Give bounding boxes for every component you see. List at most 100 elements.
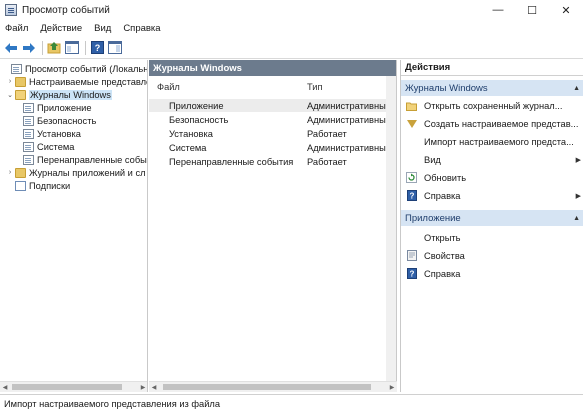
row-name: Установка — [169, 128, 213, 139]
tree-item-security[interactable]: Безопасность — [22, 114, 96, 127]
row-type: Работает — [307, 156, 347, 167]
action-view[interactable]: Вид ▶ — [401, 151, 583, 168]
svg-text:?: ? — [94, 43, 100, 53]
scroll-right-icon[interactable]: ▶ — [138, 382, 147, 392]
action-import-custom-view[interactable]: Импорт настраиваемого предста... — [401, 133, 583, 150]
console-tree-icon[interactable] — [64, 40, 80, 56]
action-label: Свойства — [424, 250, 465, 261]
action-label: Импорт настраиваемого предста... — [424, 136, 574, 147]
tree-item-label: Безопасность — [37, 115, 97, 126]
svg-text:?: ? — [409, 270, 414, 279]
window-title: Просмотр событий — [22, 4, 110, 16]
center-pane-title: Журналы Windows — [149, 60, 396, 76]
tree-item-windows-logs[interactable]: ⌄ Журналы Windows — [6, 88, 112, 101]
table-row[interactable]: Установка Работает — [149, 127, 387, 140]
tree-item-label: Установка — [37, 128, 81, 139]
vertical-scrollbar[interactable] — [386, 76, 396, 381]
event-viewer-icon — [5, 4, 17, 16]
action-help[interactable]: ? Справка — [401, 265, 583, 282]
action-label: Вид — [424, 154, 441, 165]
action-refresh[interactable]: Обновить — [401, 169, 583, 186]
tree-item-system[interactable]: Система — [22, 140, 74, 153]
folder-up-icon[interactable] — [46, 40, 62, 56]
action-properties[interactable]: Свойства — [401, 247, 583, 264]
collapse-caret-icon[interactable]: ▲ — [573, 215, 580, 222]
close-button[interactable]: ✕ — [549, 0, 583, 20]
section-title: Приложение — [405, 212, 461, 224]
table-row[interactable]: Приложение Административный — [149, 99, 391, 112]
action-open[interactable]: Открыть — [401, 229, 583, 246]
collapse-caret-icon[interactable]: ▲ — [573, 85, 580, 92]
scroll-right-icon[interactable]: ▶ — [387, 382, 397, 393]
tree-item-setup[interactable]: Установка — [22, 127, 81, 140]
collapse-arrow-icon[interactable]: ⌄ — [6, 91, 14, 99]
menu-bar: Файл Действие Вид Справка — [0, 20, 583, 37]
tree-item-subscriptions[interactable]: Подписки — [14, 179, 70, 192]
log-icon — [23, 115, 34, 126]
tree-item-label: Система — [37, 141, 75, 152]
minimize-button[interactable]: — — [481, 0, 515, 20]
horizontal-scrollbar[interactable]: ◀ ▶ — [149, 381, 397, 392]
scroll-left-icon[interactable]: ◀ — [0, 382, 10, 392]
tree-item-root[interactable]: Просмотр событий (Локальн — [2, 62, 148, 75]
menu-help[interactable]: Справка — [123, 23, 160, 34]
maximize-button[interactable]: ☐ — [515, 0, 549, 20]
action-create-custom-view[interactable]: Создать настраиваемое представ... — [401, 115, 583, 132]
row-type: Административный — [307, 114, 391, 125]
menu-file[interactable]: Файл — [5, 23, 28, 34]
blank-icon — [406, 232, 417, 243]
table-row[interactable]: Перенаправленные события Работает — [149, 155, 387, 168]
scroll-thumb[interactable] — [163, 384, 371, 390]
scroll-thumb[interactable] — [12, 384, 122, 390]
forward-arrow-icon[interactable] — [21, 40, 37, 56]
properties-icon — [406, 250, 417, 261]
tree-item-application[interactable]: Приложение — [22, 101, 92, 114]
action-label: Справка — [424, 190, 461, 201]
help-icon[interactable]: ? — [89, 40, 105, 56]
submenu-arrow-icon: ▶ — [575, 192, 581, 200]
scroll-left-icon[interactable]: ◀ — [149, 382, 159, 393]
row-name: Система — [169, 142, 207, 153]
back-arrow-icon[interactable] — [3, 40, 19, 56]
show-pane-icon[interactable] — [107, 40, 123, 56]
log-icon — [23, 141, 34, 152]
table-row[interactable]: Безопасность Административный — [149, 113, 391, 126]
log-icon — [23, 128, 34, 139]
log-icon — [11, 63, 22, 74]
action-open-saved-log[interactable]: Открыть сохраненный журнал... — [401, 97, 583, 114]
action-label: Справка — [424, 268, 461, 279]
menu-action[interactable]: Действие — [40, 23, 82, 34]
help-icon: ? — [406, 268, 417, 279]
tree-item-label: Просмотр событий (Локальн — [25, 63, 148, 74]
subscription-icon — [15, 180, 26, 191]
tree-item-label: Журналы Windows — [29, 89, 112, 100]
section-title: Журналы Windows — [405, 82, 488, 94]
expand-arrow-icon[interactable]: › — [6, 78, 14, 85]
action-help[interactable]: ? Справка ▶ — [401, 187, 583, 204]
submenu-arrow-icon: ▶ — [575, 156, 581, 164]
table-row[interactable]: Система Административный — [149, 141, 391, 154]
folder-open-icon — [15, 89, 26, 100]
expand-arrow-icon[interactable]: › — [6, 169, 14, 176]
tree-item-custom-views[interactable]: › Настраиваемые представле — [6, 75, 147, 88]
log-icon — [23, 154, 34, 165]
tree-item-app-service-logs[interactable]: › Журналы приложений и сл — [6, 166, 146, 179]
toolbar-separator — [85, 40, 86, 55]
action-label: Открыть — [424, 232, 461, 243]
tree-item-label: Журналы приложений и сл — [29, 167, 146, 178]
actions-section-windows-logs[interactable]: Журналы Windows ▲ — [401, 80, 583, 96]
tree-item-forwarded-events[interactable]: Перенаправленные собы — [22, 153, 147, 166]
actions-section-application[interactable]: Приложение ▲ — [401, 210, 583, 226]
row-type: Административный — [307, 142, 391, 153]
tree-item-label: Подписки — [29, 180, 71, 191]
column-header-file[interactable]: Файл — [157, 82, 180, 92]
action-label: Открыть сохраненный журнал... — [424, 100, 563, 111]
blank-icon — [406, 136, 417, 147]
toolbar-separator — [42, 40, 43, 55]
horizontal-scrollbar[interactable]: ◀ ▶ — [0, 381, 147, 392]
action-label: Обновить — [424, 172, 467, 183]
toolbar: ? — [0, 37, 583, 59]
column-header-type[interactable]: Тип — [307, 82, 323, 92]
menu-view[interactable]: Вид — [94, 23, 111, 34]
row-type: Административный — [307, 100, 391, 111]
